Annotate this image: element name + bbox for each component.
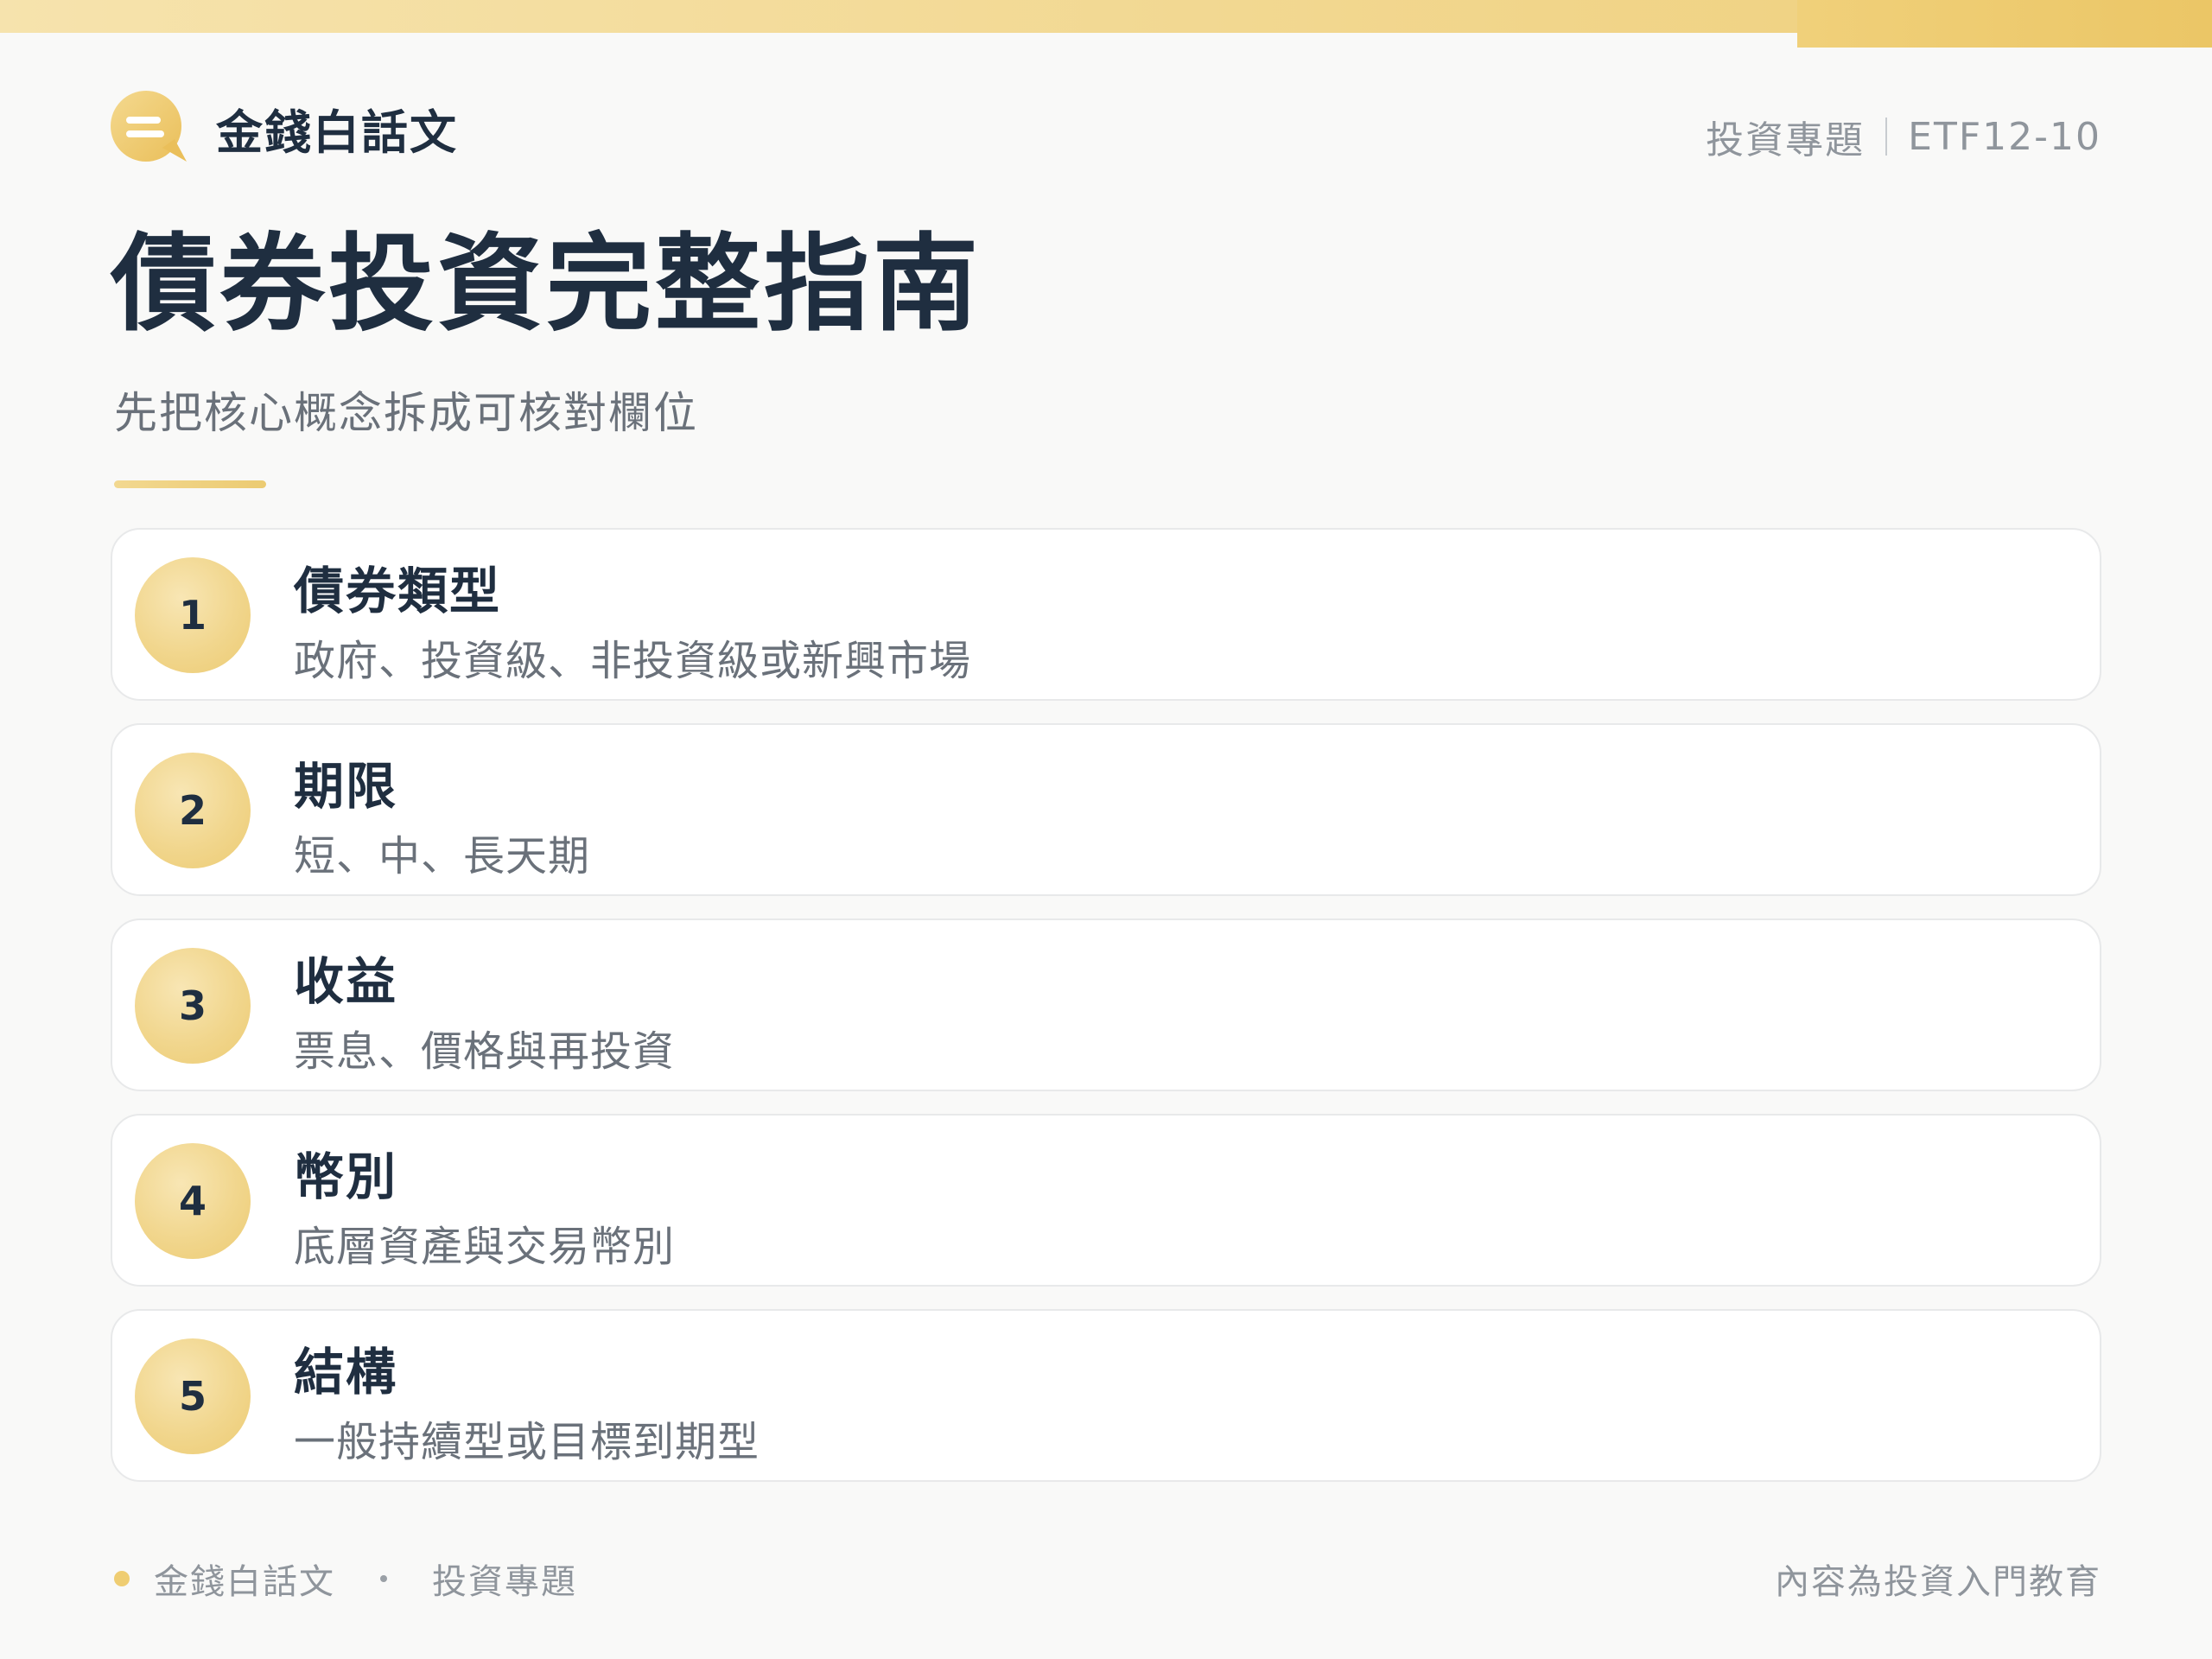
footer-brand: 金錢白話文 xyxy=(154,1562,335,1602)
item-number-badge: 1 xyxy=(135,557,251,673)
brand-name: 金錢白話文 xyxy=(216,105,458,160)
item-title: 結構 xyxy=(294,1343,398,1402)
item-title: 期限 xyxy=(294,757,398,816)
item-number-badge: 4 xyxy=(135,1143,251,1259)
item-title: 幣別 xyxy=(294,1147,398,1206)
meta-separator xyxy=(1885,118,1888,156)
list-item: 2 期限 短、中、長天期 xyxy=(111,723,2101,896)
footer-left: 金錢白話文 投資專題 xyxy=(114,1554,577,1604)
concept-list: 1 債券類型 政府、投資級、非投資級或新興市場 2 期限 短、中、長天期 3 收… xyxy=(111,528,2101,1504)
footer: 金錢白話文 投資專題 內容為投資入門教育 xyxy=(114,1554,2101,1602)
item-description: 短、中、長天期 xyxy=(294,832,591,880)
item-title: 收益 xyxy=(294,952,398,1011)
item-description: 政府、投資級、非投資級或新興市場 xyxy=(294,637,972,685)
page-subtitle: 先把核心概念拆成可核對欄位 xyxy=(114,388,698,438)
list-item: 4 幣別 底層資產與交易幣別 xyxy=(111,1114,2101,1287)
chat-bubble-icon xyxy=(111,91,188,165)
bullet-icon xyxy=(380,1575,387,1582)
item-number-badge: 3 xyxy=(135,948,251,1064)
brand: 金錢白話文 xyxy=(111,91,458,165)
title-divider xyxy=(114,480,266,488)
section-label: 投資專題 xyxy=(1706,118,1866,162)
top-accent-bar-right xyxy=(1797,0,2212,48)
item-title: 債券類型 xyxy=(294,562,502,620)
header-meta: 投資專題 ETF12-10 xyxy=(1706,109,2101,164)
list-item: 1 債券類型 政府、投資級、非投資級或新興市場 xyxy=(111,528,2101,701)
footer-section: 投資專題 xyxy=(432,1562,577,1602)
footer-dot-icon xyxy=(114,1571,130,1586)
document-code: ETF12-10 xyxy=(1908,114,2101,159)
item-description: 底層資產與交易幣別 xyxy=(294,1223,676,1271)
list-item: 3 收益 票息、價格與再投資 xyxy=(111,918,2101,1091)
footer-note: 內容為投資入門教育 xyxy=(1775,1562,2101,1602)
item-description: 一般持續型或目標到期型 xyxy=(294,1418,760,1466)
list-item: 5 結構 一般持續型或目標到期型 xyxy=(111,1309,2101,1482)
page-title: 債券投資完整指南 xyxy=(111,223,982,346)
item-number-badge: 2 xyxy=(135,753,251,868)
item-description: 票息、價格與再投資 xyxy=(294,1027,676,1076)
item-number-badge: 5 xyxy=(135,1338,251,1454)
